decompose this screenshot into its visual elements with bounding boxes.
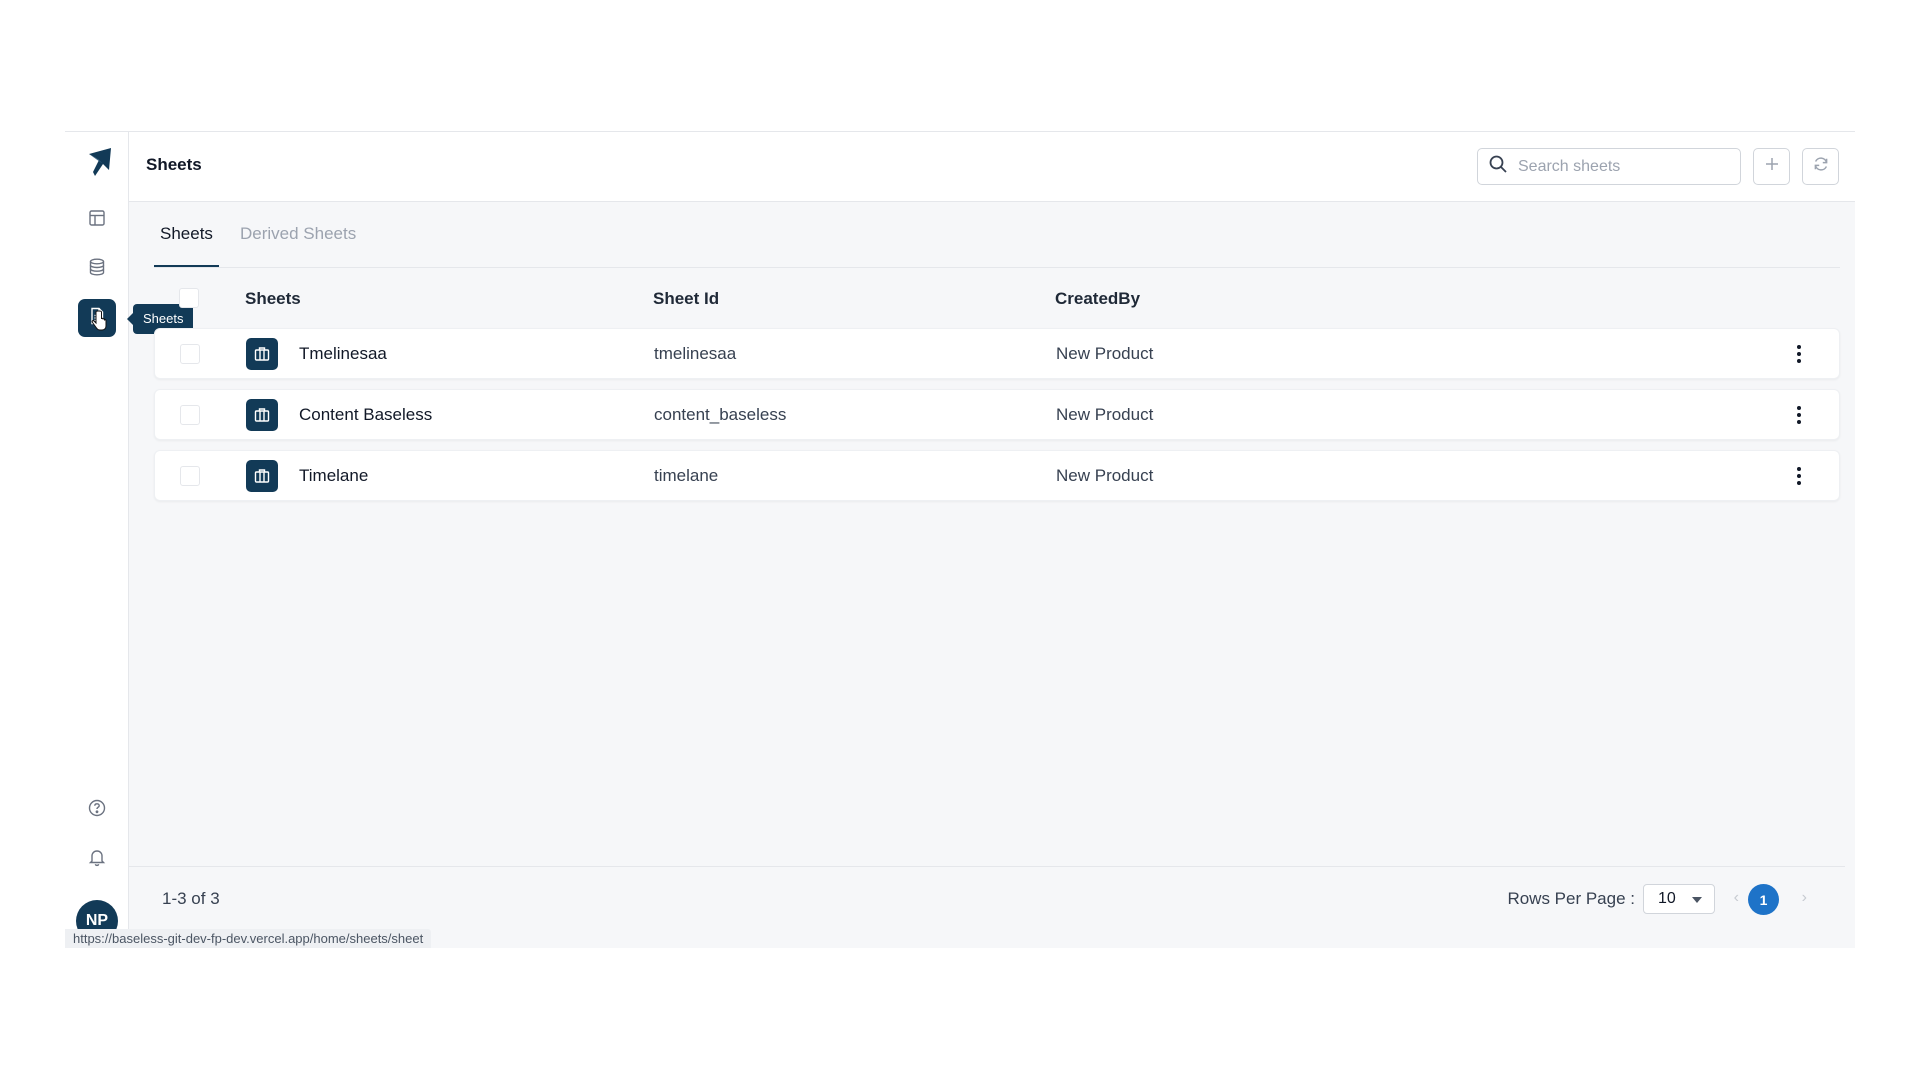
active-tab-indicator — [154, 265, 219, 267]
sheet-name[interactable]: Timelane — [299, 466, 368, 486]
previous-page-button[interactable]: ‹ — [1734, 889, 1739, 907]
kebab-dot — [1797, 420, 1801, 424]
pagination-count: 1-3 of 3 — [162, 889, 220, 908]
sheet-id: tmelinesaa — [654, 344, 737, 363]
search-input[interactable] — [1516, 156, 1716, 177]
plus-icon — [1763, 155, 1781, 178]
page-title: Sheets — [146, 155, 202, 174]
row-checkbox[interactable] — [180, 405, 200, 425]
table-header: Sheets Sheet Id CreatedBy — [154, 268, 1840, 328]
sheet-icon — [246, 399, 278, 431]
kebab-dot — [1797, 481, 1801, 485]
sidebar: NP — [65, 132, 129, 948]
created-by: New Product — [1056, 344, 1154, 363]
sidebar-item-database[interactable] — [78, 250, 116, 288]
sheet-name[interactable]: Tmelinesaa — [299, 344, 387, 364]
app-logo[interactable] — [81, 144, 117, 180]
bell-icon — [87, 847, 107, 872]
kebab-dot — [1797, 406, 1801, 410]
row-checkbox[interactable] — [180, 466, 200, 486]
sheet-icon — [246, 338, 278, 370]
refresh-icon — [1812, 155, 1830, 178]
database-icon — [87, 257, 107, 282]
row-checkbox[interactable] — [180, 344, 200, 364]
column-header-sheets: Sheets — [245, 289, 301, 308]
kebab-dot — [1797, 474, 1801, 478]
tabs: Sheets Derived Sheets — [154, 202, 1840, 268]
rows-per-page-label: Rows Per Page : — [1507, 889, 1635, 908]
rows-per-page-select[interactable]: 10 — [1643, 884, 1715, 914]
sheet-name[interactable]: Content Baseless — [299, 405, 432, 425]
status-bar-url: https://baseless-git-dev-fp-dev.vercel.a… — [65, 929, 432, 948]
table-row[interactable]: Content Baseless content_baseless New Pr… — [154, 389, 1840, 440]
search-icon — [1488, 154, 1508, 179]
page-header: Sheets — [129, 132, 1855, 202]
mouse-cursor — [90, 310, 108, 332]
sidebar-item-dashboard[interactable] — [78, 201, 116, 239]
refresh-button[interactable] — [1802, 148, 1839, 185]
add-sheet-button[interactable] — [1753, 148, 1790, 185]
sidebar-item-notifications[interactable] — [78, 840, 116, 878]
sheet-id: timelane — [654, 466, 719, 485]
tab-sheets[interactable]: Sheets — [160, 224, 213, 244]
tab-derived-sheets[interactable]: Derived Sheets — [240, 224, 356, 244]
rows-per-page-value: 10 — [1658, 890, 1676, 907]
kebab-dot — [1797, 467, 1801, 471]
caret-down-icon — [1692, 897, 1702, 903]
select-all-checkbox[interactable] — [179, 288, 199, 308]
next-page-button[interactable]: › — [1802, 889, 1807, 907]
app-window: NP Sheets Sheets Search sheets Sheets De… — [65, 131, 1855, 948]
table-row[interactable]: Tmelinesaa tmelinesaa New Product — [154, 328, 1840, 379]
page-button-current[interactable]: 1 — [1748, 884, 1779, 915]
row-menu-button[interactable] — [1794, 403, 1804, 427]
sheet-id: content_baseless — [654, 405, 787, 424]
sheet-icon — [246, 460, 278, 492]
row-menu-button[interactable] — [1794, 464, 1804, 488]
kebab-dot — [1797, 359, 1801, 363]
search-box[interactable] — [1477, 148, 1741, 185]
created-by: New Product — [1056, 466, 1154, 485]
kebab-dot — [1797, 352, 1801, 356]
row-menu-button[interactable] — [1794, 342, 1804, 366]
sidebar-item-help[interactable] — [78, 791, 116, 829]
column-header-sheet-id: Sheet Id — [653, 289, 720, 308]
sheets-table: Sheets Sheet Id CreatedBy Tmelinesaa tme… — [154, 268, 1840, 511]
help-icon — [87, 798, 107, 823]
kebab-dot — [1797, 345, 1801, 349]
column-header-created-by: CreatedBy — [1055, 289, 1141, 308]
kebab-dot — [1797, 413, 1801, 417]
created-by: New Product — [1056, 405, 1154, 424]
table-footer: 1-3 of 3 Rows Per Page : 10 ‹ 1 › — [129, 866, 1845, 936]
layout-icon — [87, 208, 107, 233]
table-row[interactable]: Timelane timelane New Product — [154, 450, 1840, 501]
